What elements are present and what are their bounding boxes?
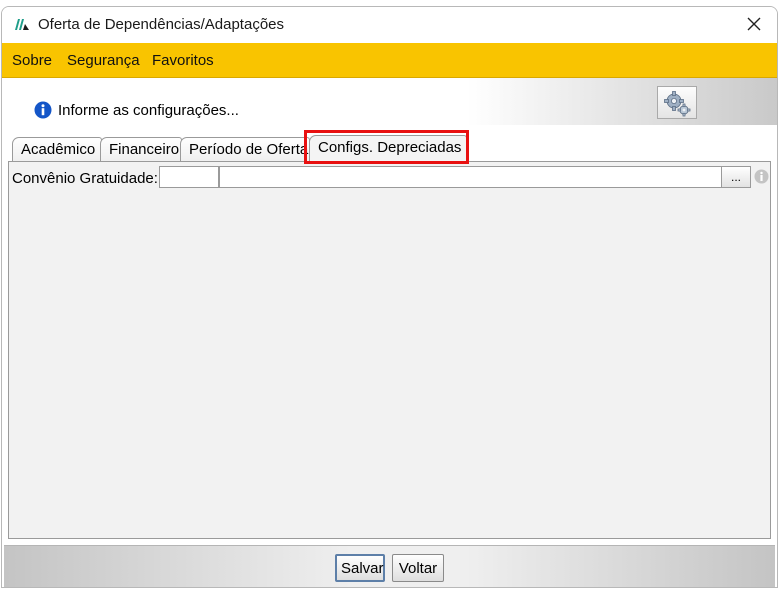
window-title: Oferta de Dependências/Adaptações: [38, 16, 284, 33]
field-info-icon[interactable]: [754, 169, 769, 184]
menu-item-sobre[interactable]: Sobre: [12, 52, 52, 69]
settings-button[interactable]: [657, 86, 697, 119]
header-panel: Informe as configurações...: [2, 78, 777, 126]
tab-content-panel: Convênio Gratuidade: ...: [8, 161, 771, 539]
convenio-code-input[interactable]: [159, 166, 219, 188]
app-window: Oferta de Dependências/Adaptações Sobre …: [1, 6, 778, 588]
highlight-annotation: [304, 130, 469, 164]
convenio-lookup-button[interactable]: ...: [721, 166, 751, 188]
menu-item-favoritos[interactable]: Favoritos: [152, 52, 214, 69]
app-logo-icon: [14, 16, 30, 32]
menu-item-seguranca[interactable]: Segurança: [67, 52, 140, 69]
title-bar[interactable]: Oferta de Dependências/Adaptações: [2, 7, 777, 43]
tab-academico[interactable]: Acadêmico: [12, 137, 102, 163]
info-icon: [34, 101, 52, 119]
convenio-gratuidade-label: Convênio Gratuidade:: [12, 170, 158, 187]
info-message: Informe as configurações...: [58, 102, 239, 119]
back-button[interactable]: Voltar: [392, 554, 444, 582]
save-button[interactable]: Salvar: [335, 554, 385, 582]
tab-financeiro[interactable]: Financeiro: [100, 137, 182, 163]
gears-icon: [664, 91, 691, 117]
menu-bar: Sobre Segurança Favoritos: [2, 43, 777, 78]
convenio-description-input[interactable]: [219, 166, 722, 188]
close-icon[interactable]: [741, 11, 767, 37]
footer-bar: Salvar Voltar: [4, 545, 775, 587]
tab-periodo-de-oferta[interactable]: Período de Oferta: [180, 137, 310, 163]
